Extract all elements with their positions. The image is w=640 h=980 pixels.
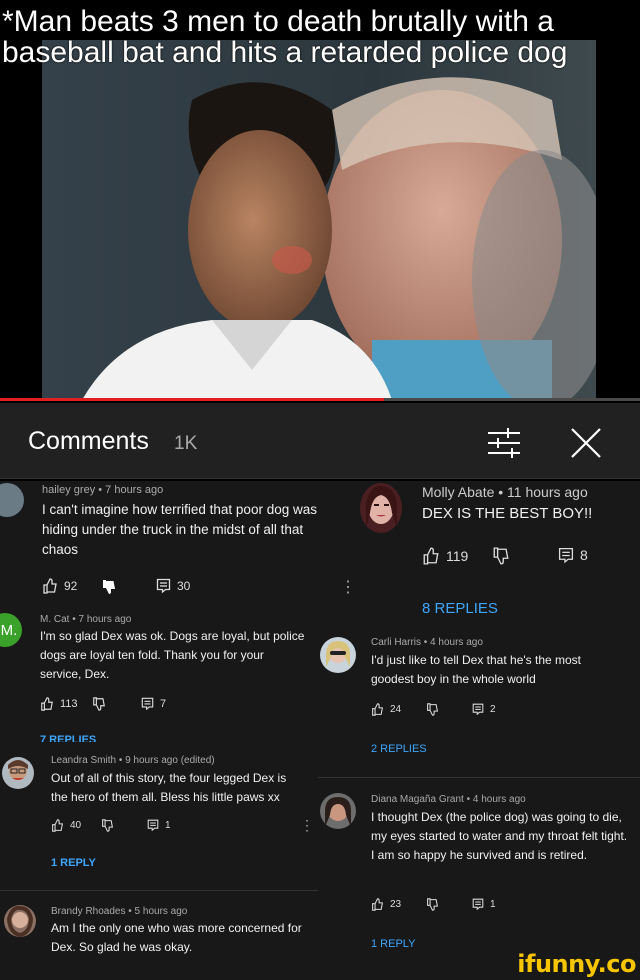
like-count: 119 [446, 548, 469, 564]
comment-author-meta[interactable]: Diana Magaña Grant • 4 hours ago [371, 794, 526, 805]
reply-count: 1 [490, 898, 496, 910]
thumbs-down-icon [427, 703, 439, 716]
thumbs-up-icon [41, 697, 53, 711]
dislike-button[interactable] [492, 547, 510, 565]
like-button[interactable]: 92 [42, 578, 77, 594]
thumbs-down-icon [103, 580, 115, 594]
thumbs-up-icon [372, 703, 384, 716]
dislike-button[interactable] [101, 579, 117, 595]
reply-button[interactable]: 7 [141, 697, 166, 710]
like-count: 23 [390, 899, 402, 910]
close-icon[interactable] [566, 423, 606, 463]
like-button[interactable]: 24 [371, 703, 401, 716]
view-replies-link[interactable]: 1 REPLY [371, 938, 415, 950]
like-button[interactable]: 119 [422, 547, 468, 565]
comment-text: I thought Dex (the police dog) was going… [371, 810, 628, 862]
comment-text: Out of all of this story, the four legge… [51, 771, 287, 804]
reply-button[interactable]: 30 [156, 578, 190, 593]
like-count: 24 [390, 704, 402, 715]
like-count: 113 [60, 698, 78, 710]
dislike-button[interactable] [426, 898, 439, 911]
thumbs-up-icon [52, 819, 64, 832]
comment-author-meta[interactable]: Brandy Rhoades • 5 hours ago [51, 906, 187, 917]
reply-button[interactable]: 1 [472, 898, 496, 910]
comment-text: DEX IS THE BEST BOY!! [422, 505, 593, 522]
thumbs-up-icon [372, 898, 384, 911]
reply-button[interactable]: 2 [472, 703, 496, 715]
comment-author-meta[interactable]: M. Cat • 7 hours ago [40, 614, 131, 625]
reply-icon [141, 697, 154, 710]
thumbs-down-icon [427, 898, 439, 911]
avatar-letter: M. [0, 621, 18, 639]
like-count: 92 [64, 579, 78, 593]
meme-caption: *Man beats 3 men to death brutally with … [2, 5, 568, 69]
reply-button[interactable]: 8 [558, 547, 588, 563]
more-icon[interactable]: ⋮ [300, 817, 314, 834]
like-count: 40 [70, 820, 82, 831]
reply-icon [156, 578, 171, 593]
comments-panel-right: Carli Harris • 4 hours ago I'd just like… [318, 629, 640, 980]
reply-button[interactable]: 1 [147, 819, 171, 831]
reply-count: 30 [177, 578, 191, 593]
comments-header: Comments 1K [0, 403, 640, 479]
view-replies-link[interactable]: 8 REPLIES [422, 600, 498, 617]
reply-count: 8 [580, 547, 588, 563]
reply-icon [558, 547, 574, 563]
reply-icon [472, 898, 484, 910]
comments-panel-left: hailey grey • 7 hours ago I can't imagin… [0, 481, 356, 980]
dislike-button[interactable] [426, 703, 439, 716]
comment-author-meta[interactable]: Molly Abate • 11 hours ago [422, 484, 588, 500]
comment-text: I'd just like to tell Dex that he's the … [371, 653, 582, 686]
like-button[interactable]: 40 [51, 819, 81, 832]
comments-title: Comments [28, 427, 149, 455]
reply-count: 2 [490, 703, 496, 715]
video-progress-bar[interactable] [0, 398, 640, 401]
thumbs-down-icon [102, 819, 114, 832]
video-frame[interactable] [42, 40, 596, 400]
view-replies-link[interactable]: 7 REPLIES [40, 734, 96, 742]
comment-author-meta[interactable]: Leandra Smith • 9 hours ago (edited) [51, 755, 215, 766]
reply-icon [147, 819, 159, 831]
avatar[interactable] [2, 757, 34, 789]
divider [318, 777, 640, 778]
comment-text: I'm so glad Dex was ok. Dogs are loyal, … [40, 629, 305, 681]
thumbs-down-icon [93, 697, 105, 711]
view-replies-link[interactable]: 2 REPLIES [371, 743, 427, 755]
view-replies-link[interactable]: 1 REPLY [51, 857, 96, 869]
avatar[interactable] [320, 637, 356, 673]
ifunny-watermark: ifunny.co [517, 950, 636, 978]
avatar[interactable] [320, 793, 356, 829]
thumbs-down-icon [493, 547, 509, 565]
thumbs-up-icon [43, 578, 57, 594]
video-frame-image [42, 40, 596, 400]
filter-icon[interactable] [486, 425, 522, 461]
avatar[interactable]: M. [0, 613, 22, 647]
comment-author-meta[interactable]: Carli Harris • 4 hours ago [371, 637, 483, 648]
comment-text: Am I the only one who was more concerned… [51, 921, 302, 954]
dislike-button[interactable] [92, 697, 106, 711]
avatar[interactable] [360, 483, 402, 533]
thumbs-up-icon [423, 547, 439, 565]
reply-count: 7 [160, 697, 167, 710]
comment-author-meta[interactable]: hailey grey • 7 hours ago [42, 484, 163, 496]
dislike-button[interactable] [101, 819, 114, 832]
avatar[interactable] [0, 483, 24, 517]
video-progress-fill [0, 398, 384, 401]
avatar[interactable] [4, 905, 36, 937]
like-button[interactable]: 23 [371, 898, 401, 911]
comment-top-right: Molly Abate • 11 hours ago DEX IS THE BE… [352, 481, 640, 629]
divider [0, 890, 322, 891]
comment-text: I can't imagine how terrified that poor … [42, 502, 317, 557]
comments-count: 1K [174, 433, 198, 454]
reply-count: 1 [165, 819, 171, 831]
like-button[interactable]: 113 [40, 697, 78, 711]
reply-icon [472, 703, 484, 715]
